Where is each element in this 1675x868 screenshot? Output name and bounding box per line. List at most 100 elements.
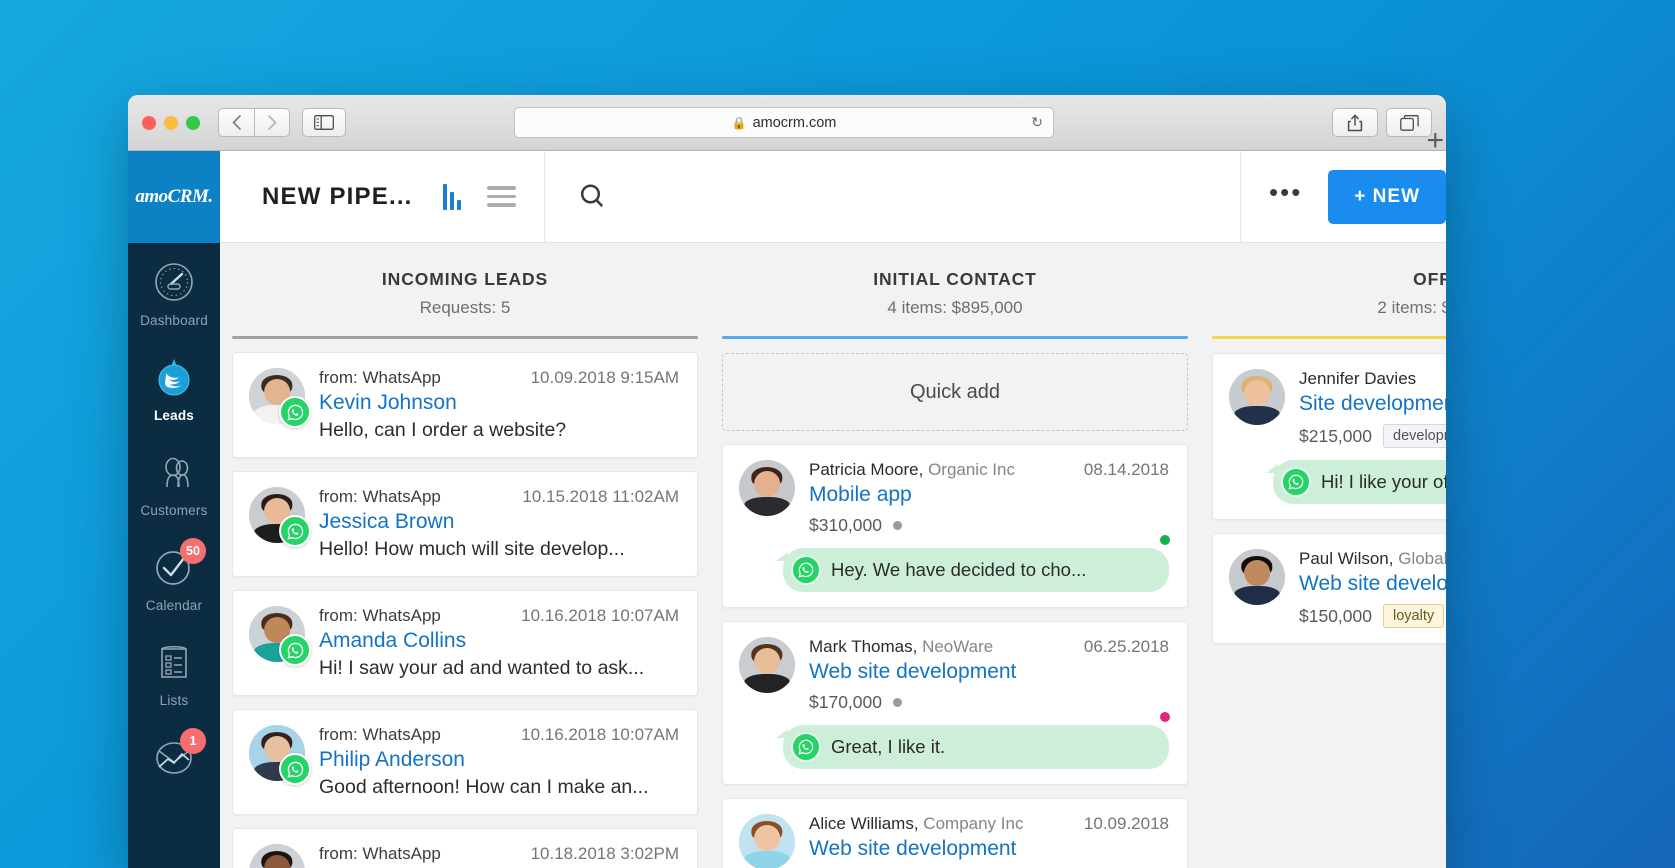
back-button[interactable] [218,108,254,137]
status-dot [893,521,902,530]
sidebar-item-label: Leads [154,408,194,423]
address-bar[interactable]: 🔒 amocrm.com ↻ [514,107,1054,138]
tabs-overview-button[interactable] [1386,108,1432,137]
avatar-wrap [249,368,305,424]
tag-pill[interactable]: loyalty [1383,604,1444,628]
contact-company: NeoWare [922,637,993,656]
sidebar: amoCRM. Dashboard [128,151,220,868]
bar-view-icon[interactable] [443,184,461,210]
deal-card[interactable]: Mark Thomas, NeoWare 06.25.2018 Web site… [722,621,1188,785]
search-area[interactable] [545,183,1240,210]
status-dot [893,698,902,707]
new-button[interactable]: + NEW [1328,170,1446,224]
column-header: OFFER 2 items: $365,000 [1212,269,1446,318]
customers-icon [151,449,197,495]
avatar-wrap [739,814,795,868]
card-price: $170,000 [809,692,882,713]
whatsapp-icon [791,732,821,762]
leads-drop-icon [151,354,197,400]
reload-icon[interactable]: ↻ [1031,114,1043,131]
list-clipboard-icon [151,639,197,685]
column-title: OFFER [1212,269,1446,290]
contact-person: Paul Wilson, [1299,549,1393,568]
contact-company: Company Inc [923,814,1023,833]
sidebar-item-dashboard[interactable]: Dashboard [128,243,220,338]
app-container: amoCRM. Dashboard [128,151,1446,868]
card-deal-name[interactable]: Site development [1299,392,1446,416]
card-contact-name[interactable]: Philip Anderson [319,748,679,772]
sidebar-item-leads[interactable]: Leads [128,338,220,433]
list-view-icon[interactable] [487,186,516,207]
share-icon [1347,114,1363,132]
sidebar-item-lists[interactable]: Lists [128,623,220,718]
mail-badge: 1 [180,728,206,754]
deal-card[interactable]: Patricia Moore, Organic Inc 08.14.2018 M… [722,444,1188,608]
card-body: Alice Williams, Company Inc 10.09.2018 W… [809,814,1169,868]
card-contact-name[interactable]: Jessica Brown [319,510,679,534]
search-icon [579,183,606,210]
pipeline-board: INCOMING LEADS Requests: 5 [220,243,1446,868]
card-date: 10.15.2018 11:02AM [522,487,679,507]
card-body: from: WhatsApp 10.16.2018 10:07AM Amanda… [319,606,679,680]
close-window-button[interactable] [142,116,156,130]
whatsapp-icon [279,515,311,547]
sidebar-toggle-button[interactable] [302,108,346,137]
sidebar-item-label: Customers [140,503,207,518]
column-subtitle: 4 items: $895,000 [722,298,1188,318]
card-deal-name[interactable]: Web site development [809,660,1169,684]
whatsapp-icon [791,555,821,585]
sidebar-item-calendar[interactable]: 50 Calendar [128,528,220,623]
column-title: INCOMING LEADS [232,269,698,290]
whatsapp-icon [279,634,311,666]
lead-card[interactable]: from: WhatsApp 10.15.2018 11:02AM Jessic… [232,471,698,577]
quick-add-button[interactable]: Quick add [722,353,1188,431]
contact-person: Jennifer Davies [1299,369,1416,388]
contact-company: Global [1398,549,1446,568]
deal-card[interactable]: Jennifer Davies Site development $215,00… [1212,353,1446,520]
avatar-wrap [249,725,305,781]
avatar [1229,369,1285,425]
column-offer: OFFER 2 items: $365,000 [1200,243,1446,868]
page-title[interactable]: NEW PIPE... [262,183,413,211]
share-button[interactable] [1332,108,1378,137]
maximize-window-button[interactable] [186,116,200,130]
main-area: NEW PIPE... ••• [220,151,1446,868]
avatar-wrap [249,606,305,662]
card-deal-name[interactable]: Web site development [809,837,1169,861]
url-text: amocrm.com [753,115,837,131]
card-date: 06.25.2018 [1084,637,1169,657]
card-contact-name[interactable]: Amanda Collins [319,629,679,653]
card-deal-name[interactable]: Mobile app [809,483,1169,507]
card-date: 10.09.2018 9:15AM [531,368,679,388]
ellipsis-icon[interactable]: ••• [1269,187,1302,205]
lead-card[interactable]: from: WhatsApp 10.16.2018 10:07AM Amanda… [232,590,698,696]
sidebar-toggle-icon [314,115,334,130]
sidebar-item-customers[interactable]: Customers [128,433,220,528]
card-source: from: WhatsApp [319,725,441,745]
contact-person: Alice Williams, [809,814,919,833]
lead-card[interactable]: from: WhatsApp 10.18.2018 3:02PM [232,828,698,868]
bubble-text: Hey. We have decided to cho... [831,559,1086,581]
card-contact: Jennifer Davies [1299,369,1416,389]
navigation-buttons [218,108,290,137]
browser-right-tools: + [1332,108,1432,137]
whatsapp-icon [279,753,311,785]
card-body: Jennifer Davies Site development $215,00… [1299,369,1446,448]
deal-card[interactable]: Alice Williams, Company Inc 10.09.2018 W… [722,798,1188,868]
app-logo[interactable]: amoCRM. [128,151,220,243]
card-deal-name[interactable]: Web site development [1299,572,1446,596]
card-message: Hello! How much will site develop... [319,538,679,561]
card-body: from: WhatsApp 10.09.2018 9:15AM Kevin J… [319,368,679,442]
column-header: INITIAL CONTACT 4 items: $895,000 [722,269,1188,318]
sidebar-item-mail[interactable]: 1 [128,718,220,790]
forward-button[interactable] [254,108,290,137]
deal-card[interactable]: Paul Wilson, Global Web site development… [1212,533,1446,644]
avatar [249,844,305,868]
card-contact-name[interactable]: Kevin Johnson [319,391,679,415]
card-price: $215,000 [1299,426,1372,447]
tag-pill[interactable]: development [1383,424,1446,448]
lead-card[interactable]: from: WhatsApp 10.16.2018 10:07AM Philip… [232,709,698,815]
minimize-window-button[interactable] [164,116,178,130]
card-message: Hi! I saw your ad and wanted to ask... [319,657,679,680]
lead-card[interactable]: from: WhatsApp 10.09.2018 9:15AM Kevin J… [232,352,698,458]
